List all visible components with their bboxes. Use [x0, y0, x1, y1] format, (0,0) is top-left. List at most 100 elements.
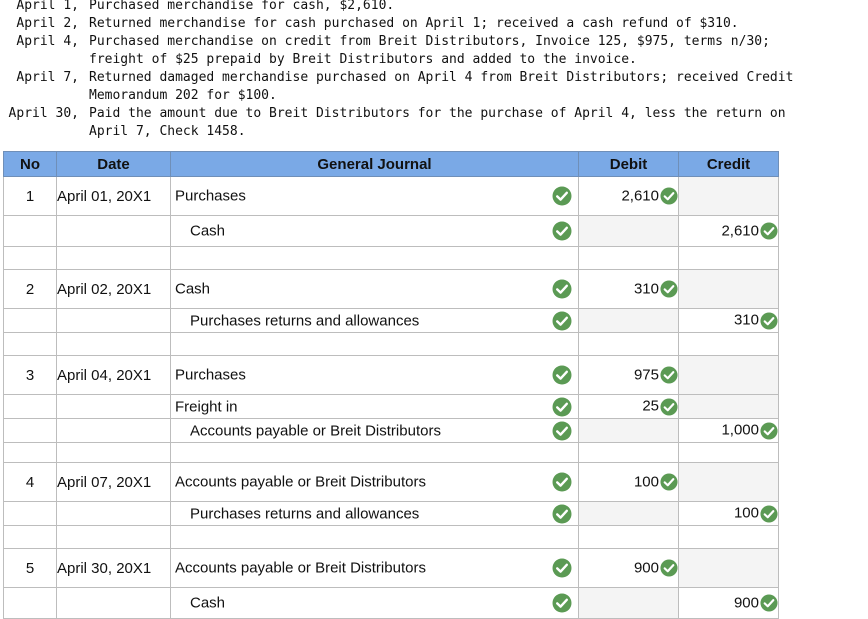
blank-cell[interactable] — [678, 442, 779, 463]
col-header-credit: Credit — [678, 151, 779, 177]
entry-number — [3, 501, 57, 526]
credit-cell[interactable]: 310 — [678, 308, 779, 333]
problem-text: Returned damaged merchandise purchased o… — [89, 70, 794, 85]
journal-row: 2 April 02, 20X1 Cash 310 — [3, 269, 779, 309]
blank-cell[interactable] — [678, 246, 779, 270]
entry-date: April 04, 20X1 — [56, 355, 171, 395]
blank-cell[interactable] — [578, 332, 679, 356]
col-header-journal: General Journal — [170, 151, 579, 177]
account-name: Cash — [190, 594, 226, 612]
problem-item: April 1, Purchased merchandise for cash,… — [0, 0, 868, 15]
account-name: Freight in — [175, 398, 238, 415]
credit-cell[interactable]: 100 — [678, 501, 779, 526]
entry-number-text: 3 — [25, 366, 35, 384]
debit-cell[interactable] — [578, 308, 679, 333]
blank-cell[interactable] — [678, 332, 779, 356]
entry-date: April 30, 20X1 — [56, 548, 171, 588]
credit-amount: 900 — [733, 594, 759, 612]
account-cell[interactable]: Cash — [170, 269, 579, 309]
credit-cell[interactable] — [678, 394, 779, 419]
check-circle-icon — [552, 311, 572, 330]
entry-date: April 01, 20X1 — [56, 176, 171, 216]
problem-item: April 7, Returned damaged merchandise pu… — [0, 69, 868, 103]
entry-number: 1 — [3, 176, 57, 216]
blank-cell[interactable] — [578, 246, 679, 270]
check-circle-icon — [660, 366, 678, 384]
blank-cell[interactable] — [170, 525, 579, 549]
check-circle-icon — [660, 473, 678, 491]
account-name: Cash — [175, 280, 211, 298]
blank-cell — [56, 332, 171, 356]
blank-cell — [3, 332, 57, 356]
credit-cell[interactable]: 1,000 — [678, 418, 779, 443]
check-circle-icon — [552, 593, 572, 613]
credit-cell[interactable]: 900 — [678, 587, 779, 619]
account-cell[interactable]: Accounts payable or Breit Distributors — [170, 418, 579, 443]
debit-cell[interactable]: 100 — [578, 462, 679, 502]
entry-number — [3, 215, 57, 247]
blank-cell — [56, 442, 171, 463]
account-cell[interactable]: Cash — [170, 587, 579, 619]
debit-cell[interactable]: 900 — [578, 548, 679, 588]
entry-date-text: April 04, 20X1 — [57, 366, 152, 384]
general-journal-table: No Date General Journal Debit Credit 1 Ap… — [3, 151, 779, 619]
credit-cell[interactable] — [678, 176, 779, 216]
problem-date: April 4, — [16, 34, 79, 49]
debit-cell[interactable]: 25 — [578, 394, 679, 419]
entry-number-text: 5 — [25, 559, 35, 577]
account-cell[interactable]: Purchases returns and allowances — [170, 501, 579, 526]
problem-date: April 2, — [16, 16, 79, 31]
debit-amount: 25 — [642, 398, 659, 416]
blank-cell — [3, 525, 57, 549]
account-cell[interactable]: Purchases — [170, 176, 579, 216]
check-circle-icon — [660, 280, 678, 298]
account-cell[interactable]: Freight in — [170, 394, 579, 419]
blank-cell[interactable] — [578, 442, 679, 463]
problem-text: Purchased merchandise on credit from Bre… — [89, 34, 770, 49]
entry-date — [56, 501, 171, 526]
check-circle-icon — [760, 311, 778, 330]
problem-item: April 30, Paid the amount due to Breit D… — [0, 105, 868, 139]
credit-cell[interactable] — [678, 269, 779, 309]
credit-cell[interactable] — [678, 462, 779, 502]
debit-cell[interactable] — [578, 418, 679, 443]
credit-cell[interactable] — [678, 355, 779, 395]
check-circle-icon — [552, 186, 572, 206]
debit-cell[interactable] — [578, 587, 679, 619]
entry-number — [3, 394, 57, 419]
blank-cell[interactable] — [170, 332, 579, 356]
check-circle-icon — [760, 222, 778, 240]
account-name: Accounts payable or Breit Distributors — [175, 559, 426, 577]
debit-cell[interactable]: 310 — [578, 269, 679, 309]
account-cell[interactable]: Accounts payable or Breit Distributors — [170, 548, 579, 588]
account-name: Purchases — [175, 366, 246, 384]
account-name: Purchases returns and allowances — [190, 505, 420, 522]
blank-row — [3, 246, 779, 270]
debit-cell[interactable]: 2,610 — [578, 176, 679, 216]
journal-row: Accounts payable or Breit Distributors 1,… — [3, 418, 779, 443]
blank-cell[interactable] — [170, 442, 579, 463]
credit-cell[interactable] — [678, 548, 779, 588]
account-cell[interactable]: Accounts payable or Breit Distributors — [170, 462, 579, 502]
entry-number — [3, 587, 57, 619]
blank-cell[interactable] — [578, 525, 679, 549]
debit-amount: 975 — [633, 366, 659, 384]
journal-row: 4 April 07, 20X1 Accounts payable or Breit… — [3, 462, 779, 502]
problem-text-cont: April 7, Check 1458. — [89, 124, 246, 139]
account-cell[interactable]: Purchases — [170, 355, 579, 395]
debit-cell[interactable] — [578, 215, 679, 247]
credit-amount: 1,000 — [721, 422, 759, 440]
blank-cell[interactable] — [170, 246, 579, 270]
debit-cell[interactable] — [578, 501, 679, 526]
entry-number: 5 — [3, 548, 57, 588]
account-cell[interactable]: Cash — [170, 215, 579, 247]
debit-amount: 2,610 — [621, 187, 659, 205]
debit-cell[interactable]: 975 — [578, 355, 679, 395]
blank-cell[interactable] — [678, 525, 779, 549]
account-cell[interactable]: Purchases returns and allowances — [170, 308, 579, 333]
problem-text: Returned merchandise for cash purchased … — [89, 16, 739, 31]
check-circle-icon — [552, 221, 572, 241]
entry-number: 3 — [3, 355, 57, 395]
check-circle-icon — [552, 397, 572, 416]
credit-cell[interactable]: 2,610 — [678, 215, 779, 247]
